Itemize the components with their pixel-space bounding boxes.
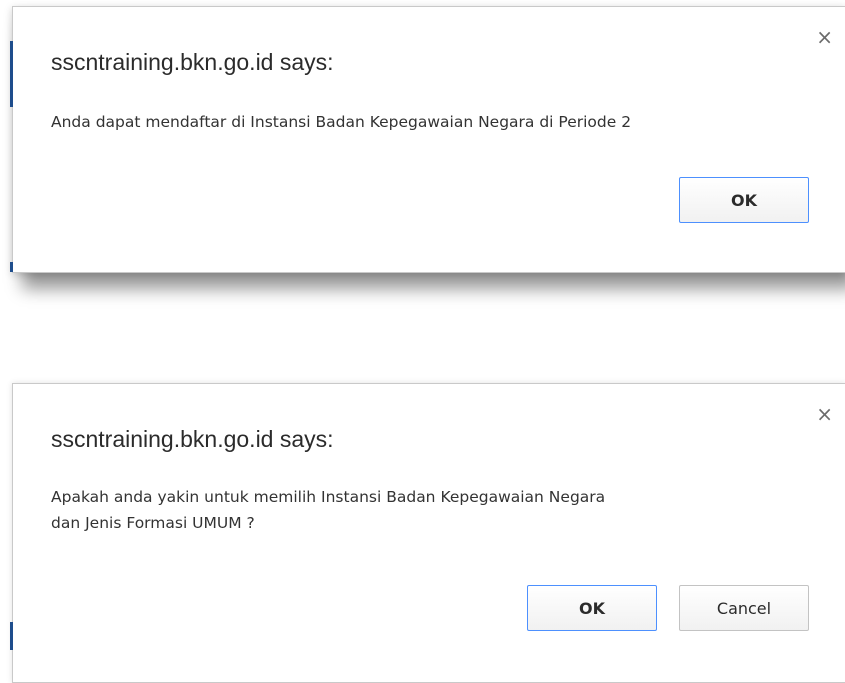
message-line: Apakah anda yakin untuk memilih Instansi… [51, 488, 606, 506]
background-window-edge [10, 41, 13, 107]
message-line: Anda dapat mendaftar di Instansi Badan K… [51, 113, 632, 131]
dialog-message: Apakah anda yakin untuk memilih Instansi… [51, 484, 821, 536]
close-icon[interactable]: × [816, 404, 833, 424]
background-window-edge [10, 622, 13, 650]
cancel-button[interactable]: Cancel [679, 585, 809, 631]
ok-button[interactable]: OK [527, 585, 657, 631]
message-line: dan Jenis Formasi UMUM ? [51, 514, 255, 532]
ok-button[interactable]: OK [679, 177, 809, 223]
alert-dialog: × sscntraining.bkn.go.id says: Anda dapa… [10, 6, 845, 273]
dialog-message: Anda dapat mendaftar di Instansi Badan K… [51, 109, 821, 135]
confirm-dialog: × sscntraining.bkn.go.id says: Apakah an… [10, 383, 845, 683]
dialog-title: sscntraining.bkn.go.id says: [51, 49, 334, 75]
close-icon[interactable]: × [816, 27, 833, 47]
dialog-title: sscntraining.bkn.go.id says: [51, 426, 334, 452]
background-window-edge [10, 262, 13, 272]
